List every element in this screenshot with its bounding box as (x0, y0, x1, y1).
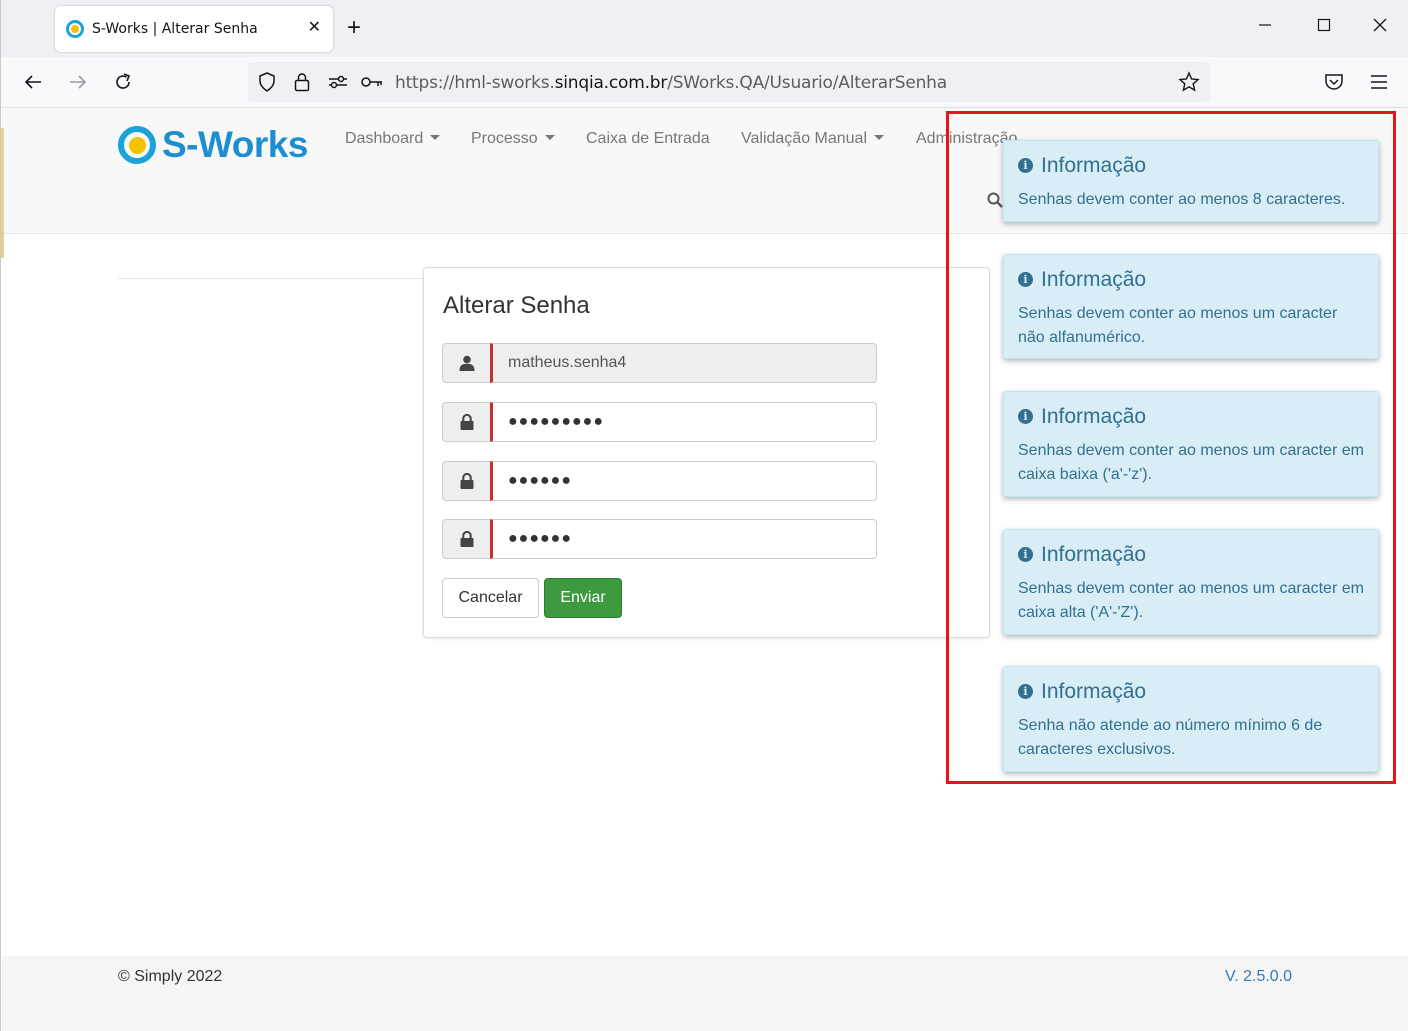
change-password-panel: Alterar Senha matheus.senha4 ●●●●●●●●● ●… (423, 267, 990, 638)
browser-toolbar: https://hml-sworks.sinqia.com.br/SWorks.… (1, 57, 1408, 108)
permissions-icon[interactable] (327, 71, 349, 93)
hamburger-menu-icon[interactable] (1366, 69, 1392, 95)
browser-tab-active[interactable]: S-Works | Alterar Senha ✕ (55, 6, 333, 52)
menu-dashboard[interactable]: Dashboard (345, 130, 441, 148)
close-window-icon[interactable] (1373, 16, 1387, 37)
caret-down-icon (430, 135, 441, 140)
username-group: matheus.senha4 (442, 343, 877, 383)
maximize-icon[interactable] (1317, 16, 1331, 37)
bookmark-star-icon[interactable] (1178, 71, 1200, 93)
menu-processo[interactable]: Processo (471, 130, 555, 148)
close-tab-icon[interactable]: ✕ (308, 20, 321, 36)
tab-bar: S-Works | Alterar Senha ✕ + (1, 0, 1408, 57)
copyright-text: © Simply 2022 (118, 968, 223, 985)
caret-down-icon (874, 135, 885, 140)
logo-text: S-Works (162, 124, 308, 165)
cancel-button[interactable]: Cancelar (442, 578, 539, 618)
pocket-icon[interactable] (1321, 69, 1347, 95)
browser-window: S-Works | Alterar Senha ✕ + https://hml-… (0, 0, 1408, 1031)
reload-icon[interactable] (110, 69, 136, 95)
sworks-favicon-icon (66, 20, 84, 38)
confirm-password-group: ●●●●●● (442, 519, 877, 559)
send-button[interactable]: Enviar (544, 578, 622, 618)
lock-icon[interactable] (291, 71, 313, 93)
new-password-input[interactable]: ●●●●●● (490, 461, 877, 501)
menu-caixa-de-entrada[interactable]: Caixa de Entrada (586, 130, 710, 148)
lock-icon (442, 519, 490, 559)
caret-down-icon (544, 135, 555, 140)
sworks-logo[interactable]: S-Works (118, 124, 308, 166)
tab-title: S-Works | Alterar Senha (92, 21, 258, 37)
forward-arrow-icon[interactable] (65, 69, 91, 95)
url-text[interactable]: https://hml-sworks.sinqia.com.br/SWorks.… (395, 73, 947, 93)
new-password-group: ●●●●●● (442, 461, 877, 501)
minimize-icon[interactable] (1258, 16, 1272, 37)
url-bar[interactable]: https://hml-sworks.sinqia.com.br/SWorks.… (248, 62, 1210, 102)
new-tab-icon[interactable]: + (347, 16, 361, 40)
username-field: matheus.senha4 (490, 343, 877, 383)
user-icon (442, 343, 490, 383)
highlight-box (946, 111, 1396, 784)
key-icon[interactable] (361, 71, 383, 93)
shield-icon[interactable] (256, 71, 278, 93)
footer: © Simply 2022 V. 2.5.0.0 (2, 956, 1408, 1031)
page-title: Alterar Senha (443, 292, 590, 319)
left-edge-marker (1, 128, 4, 258)
current-password-input[interactable]: ●●●●●●●●● (490, 402, 877, 442)
divider (118, 278, 424, 279)
confirm-password-input[interactable]: ●●●●●● (490, 519, 877, 559)
current-password-group: ●●●●●●●●● (442, 402, 877, 442)
lock-icon (442, 461, 490, 501)
back-arrow-icon[interactable] (20, 69, 46, 95)
version-text: V. 2.5.0.0 (1225, 968, 1293, 985)
menu-validacao-manual[interactable]: Validação Manual (741, 130, 885, 148)
lock-icon (442, 402, 490, 442)
sworks-logo-icon (118, 126, 156, 164)
